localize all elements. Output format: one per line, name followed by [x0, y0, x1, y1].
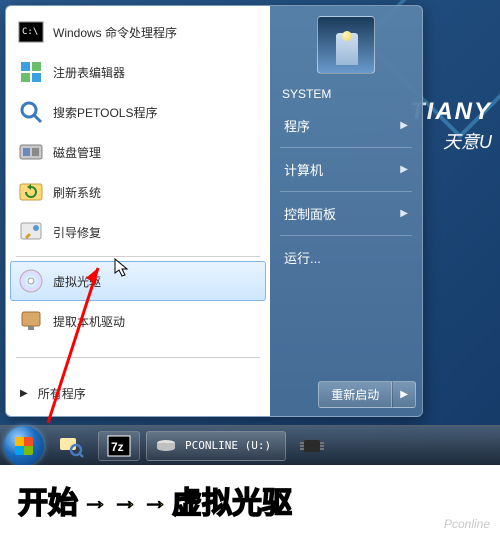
caption-arrow: → [112, 485, 138, 516]
caption-arrow: → [82, 485, 108, 516]
menu-item-regedit[interactable]: 注册表编辑器 [10, 52, 266, 92]
disk-icon [17, 138, 45, 166]
chevron-right-icon: ▶ [400, 164, 408, 175]
menu-item-label: 引导修复 [53, 224, 101, 241]
right-item-label: 运行... [284, 248, 321, 267]
right-item-computer[interactable]: 计算机 ▶ [276, 153, 416, 186]
sevenzip-icon: 7z [107, 435, 131, 457]
right-item-label: 计算机 [284, 160, 323, 179]
menu-separator [16, 256, 260, 257]
start-menu-left: C:\ Windows 命令处理程序 注册表编辑器 搜索PETOOLS程序 [6, 6, 270, 416]
menu-item-label: 搜索PETOOLS程序 [53, 104, 157, 121]
restart-row: 重新启动 ▶ [276, 381, 416, 408]
menu-separator [16, 357, 260, 358]
menu-item-diskmgmt[interactable]: 磁盘管理 [10, 132, 266, 172]
search-icon [17, 98, 45, 126]
taskbar-search-button[interactable] [50, 431, 92, 461]
right-item-label: 程序 [284, 116, 310, 135]
chevron-right-icon: ▶ [400, 120, 408, 131]
right-item-controlpanel[interactable]: 控制面板 ▶ [276, 197, 416, 230]
menu-separator [280, 191, 412, 192]
menu-item-virtualcd[interactable]: 虚拟光驱 [10, 261, 266, 301]
menu-item-label: 磁盘管理 [53, 144, 101, 161]
svg-text:7z: 7z [111, 440, 124, 454]
regedit-icon [17, 58, 45, 86]
menu-item-label: 提取本机驱动 [53, 313, 125, 330]
all-programs[interactable]: ▶ 所有程序 [10, 377, 266, 410]
menu-item-cmd[interactable]: C:\ Windows 命令处理程序 [10, 12, 266, 52]
start-menu: C:\ Windows 命令处理程序 注册表编辑器 搜索PETOOLS程序 [5, 5, 423, 417]
caption-bar: 开始 → → → 虚拟光驱 Pconline [0, 465, 500, 535]
refresh-icon [17, 178, 45, 206]
svg-text:C:\: C:\ [22, 27, 38, 37]
drive-icon [155, 438, 177, 454]
start-menu-right: SYSTEM 程序 ▶ 计算机 ▶ 控制面板 ▶ 运行... 重新启动 ▶ [270, 6, 422, 416]
taskbar-drive-button[interactable]: PCONLINE (U:) [146, 431, 286, 461]
menu-separator [280, 235, 412, 236]
right-item-programs[interactable]: 程序 ▶ [276, 109, 416, 142]
menu-item-bootfix[interactable]: 引导修复 [10, 212, 266, 252]
restart-options-button[interactable]: ▶ [392, 381, 416, 408]
user-avatar [317, 16, 375, 74]
cmd-icon: C:\ [17, 18, 45, 46]
user-name: SYSTEM [276, 84, 416, 109]
taskbar-7z-button[interactable]: 7z [98, 431, 140, 461]
all-programs-label: 所有程序 [38, 385, 86, 402]
menu-item-label: 注册表编辑器 [53, 64, 125, 81]
menu-item-label: 虚拟光驱 [53, 273, 101, 290]
right-item-run[interactable]: 运行... [276, 241, 416, 274]
drive-label: PCONLINE (U:) [185, 439, 271, 452]
taskbar-chip-button[interactable] [292, 431, 332, 461]
caption-word-start: 开始 [18, 478, 78, 522]
taskbar: 7z PCONLINE (U:) [0, 425, 500, 465]
restart-button[interactable]: 重新启动 [318, 381, 392, 408]
menu-item-label: Windows 命令处理程序 [53, 24, 177, 41]
chevron-right-icon: ▶ [20, 388, 28, 399]
bootfix-icon [17, 218, 45, 246]
caption-word-target: 虚拟光驱 [172, 478, 292, 522]
start-button[interactable] [4, 426, 44, 466]
menu-item-search[interactable]: 搜索PETOOLS程序 [10, 92, 266, 132]
menu-item-driver[interactable]: 提取本机驱动 [10, 301, 266, 341]
chip-icon [300, 436, 324, 456]
cd-icon [17, 267, 45, 295]
driver-icon [17, 307, 45, 335]
search-icon [58, 434, 84, 458]
menu-item-refresh[interactable]: 刷新系统 [10, 172, 266, 212]
menu-item-label: 刷新系统 [53, 184, 101, 201]
desktop: TIANY 天意U C:\ Windows 命令处理程序 注册表编辑器 [0, 0, 500, 465]
caption-arrow: → [142, 485, 168, 516]
chevron-right-icon: ▶ [400, 208, 408, 219]
menu-separator [280, 147, 412, 148]
watermark: Pconline [444, 517, 490, 531]
right-item-label: 控制面板 [284, 204, 336, 223]
